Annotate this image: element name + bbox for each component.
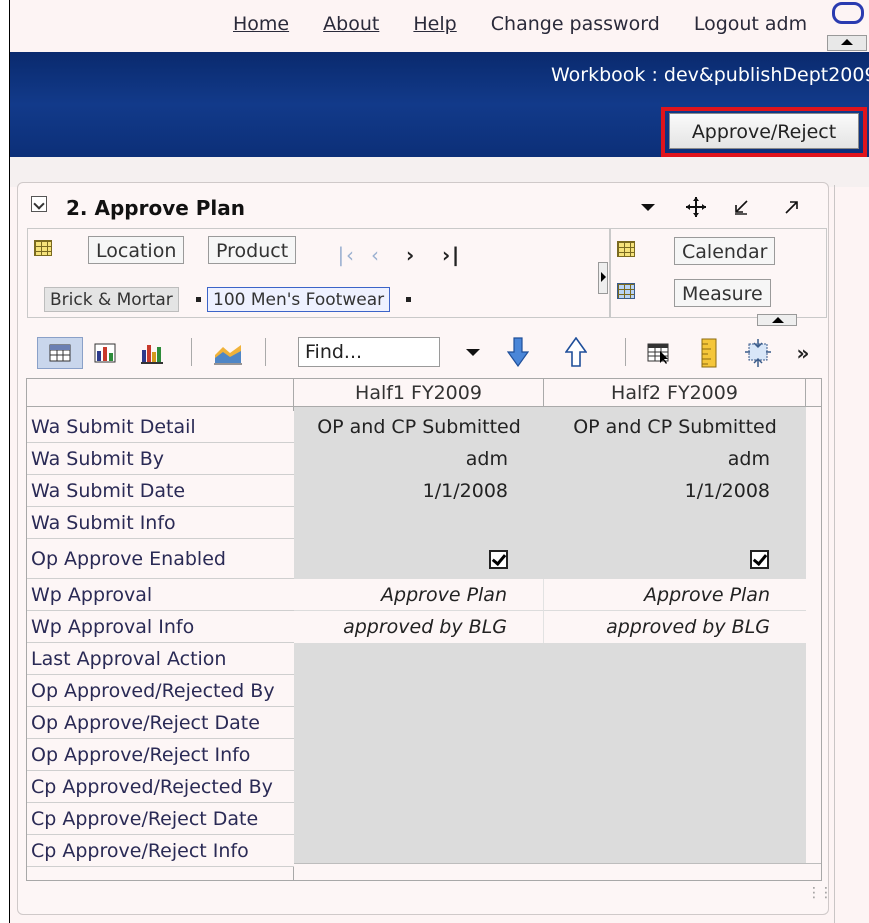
table-cell[interactable]: 1/1/2008 (294, 475, 544, 507)
find-previous-icon[interactable] (563, 335, 589, 369)
more-tools-icon[interactable]: » (795, 341, 811, 365)
wp-approval-cell[interactable]: Approve Plan (544, 579, 806, 611)
collapse-up-icon[interactable] (827, 35, 867, 51)
wp-approval-info-cell[interactable]: approved by BLG (544, 611, 806, 643)
workbook-title: Workbook : dev&publishDept2009 (551, 64, 869, 86)
separator-dot (196, 297, 201, 302)
table-row-label: Wa Submit Info (27, 507, 294, 539)
column-header[interactable]: Half1 FY2009 (294, 379, 544, 407)
splitter-handle[interactable] (598, 262, 608, 294)
table-row-label: Cp Approve/Reject Info (27, 835, 294, 867)
approval-table: Half1 FY2009 Half2 FY2009 Wa Submit Deta… (26, 378, 822, 881)
approve-reject-button[interactable]: Approve/Reject (669, 113, 859, 149)
measure-grid-icon (617, 283, 635, 299)
oracle-logo-icon (832, 2, 864, 24)
collapse-dimensions-icon[interactable] (757, 314, 797, 326)
toolbar-separator (191, 338, 192, 366)
table-row-label: Wa Submit By (27, 443, 294, 475)
header-collapse-button[interactable] (824, 0, 868, 52)
wp-approval-info-cell[interactable]: approved by BLG (294, 611, 544, 643)
product-dimension-button[interactable]: Product (208, 236, 297, 264)
op-approve-enabled-checkbox[interactable] (489, 550, 508, 569)
find-input[interactable]: Find... (298, 337, 440, 367)
table-cell[interactable]: OP and CP Submitted (294, 411, 544, 443)
table-row-label: Cp Approved/Rejected By (27, 771, 294, 803)
previous-page-icon[interactable]: ‹ (371, 243, 379, 267)
find-next-icon[interactable] (505, 335, 531, 369)
minimize-icon[interactable] (731, 197, 751, 217)
top-nav: Home About Help Change password Logout a… (233, 13, 835, 35)
op-approve-enabled-checkbox[interactable] (750, 550, 769, 569)
next-page-icon[interactable]: › (406, 243, 414, 267)
toolbar-separator (265, 338, 266, 366)
pivot-swap-icon[interactable] (743, 337, 773, 369)
maximize-icon[interactable] (782, 197, 802, 217)
area-chart-icon[interactable] (211, 339, 245, 367)
table-row-label: Op Approve Enabled (27, 539, 294, 579)
table-row-label: Last Approval Action (27, 643, 294, 675)
table-row-label: Wp Approval Info (27, 611, 294, 643)
logout-link[interactable]: Logout adm (694, 13, 807, 35)
table-row-label: Wa Submit Date (27, 475, 294, 507)
separator-dot (406, 297, 411, 302)
location-dimension-button[interactable]: Location (88, 236, 185, 264)
help-link[interactable]: Help (413, 13, 456, 35)
last-page-icon[interactable]: ›∣ (442, 243, 460, 267)
table-row-label: Wp Approval (27, 579, 294, 611)
table-footer (294, 863, 821, 880)
calendar-dimension-button[interactable]: Calendar (674, 237, 776, 265)
find-options-icon[interactable] (466, 349, 480, 356)
table-row-label: Op Approve/Reject Date (27, 707, 294, 739)
wp-approval-cell[interactable]: Approve Plan (294, 579, 544, 611)
ruler-icon[interactable] (698, 337, 720, 369)
resize-grip-icon[interactable]: ⋮⋮ (807, 885, 833, 901)
column-dimensions-grid-icon (617, 241, 635, 257)
product-filter[interactable]: 100 Men's Footwear (207, 287, 391, 312)
right-divider (834, 185, 835, 923)
about-link[interactable]: About (323, 13, 379, 35)
collapse-panel-icon[interactable] (31, 196, 47, 212)
table-row-label: Wa Submit Detail (27, 411, 294, 443)
table-cell[interactable]: OP and CP Submitted (544, 411, 806, 443)
change-password-link[interactable]: Change password (491, 13, 660, 35)
table-cell[interactable]: adm (294, 443, 544, 475)
table-view-button[interactable] (37, 337, 83, 369)
home-link[interactable]: Home (233, 13, 289, 35)
chart-table-view-icon[interactable] (92, 340, 118, 366)
table-cell[interactable]: adm (544, 443, 806, 475)
row-dimensions-grid-icon (34, 240, 52, 256)
bar-chart-icon[interactable] (138, 340, 166, 366)
table-cell[interactable]: 1/1/2008 (544, 475, 806, 507)
table-row-label: Op Approve/Reject Info (27, 739, 294, 771)
table-corner (27, 379, 294, 407)
location-filter[interactable]: Brick & Mortar (44, 287, 179, 312)
move-icon[interactable] (684, 195, 708, 219)
measure-dimension-button[interactable]: Measure (674, 279, 771, 307)
right-gutter (806, 407, 821, 880)
panel-menu-icon[interactable] (641, 204, 655, 211)
table-row-label: Op Approved/Rejected By (27, 675, 294, 707)
panel-title: 2. Approve Plan (66, 196, 246, 220)
first-page-icon[interactable]: ∣‹ (336, 243, 354, 267)
select-table-icon[interactable] (645, 340, 673, 366)
header-filler (806, 379, 821, 407)
table-row-label: Cp Approve/Reject Date (27, 803, 294, 835)
column-header[interactable]: Half2 FY2009 (544, 379, 806, 407)
toolbar-separator (625, 338, 626, 366)
